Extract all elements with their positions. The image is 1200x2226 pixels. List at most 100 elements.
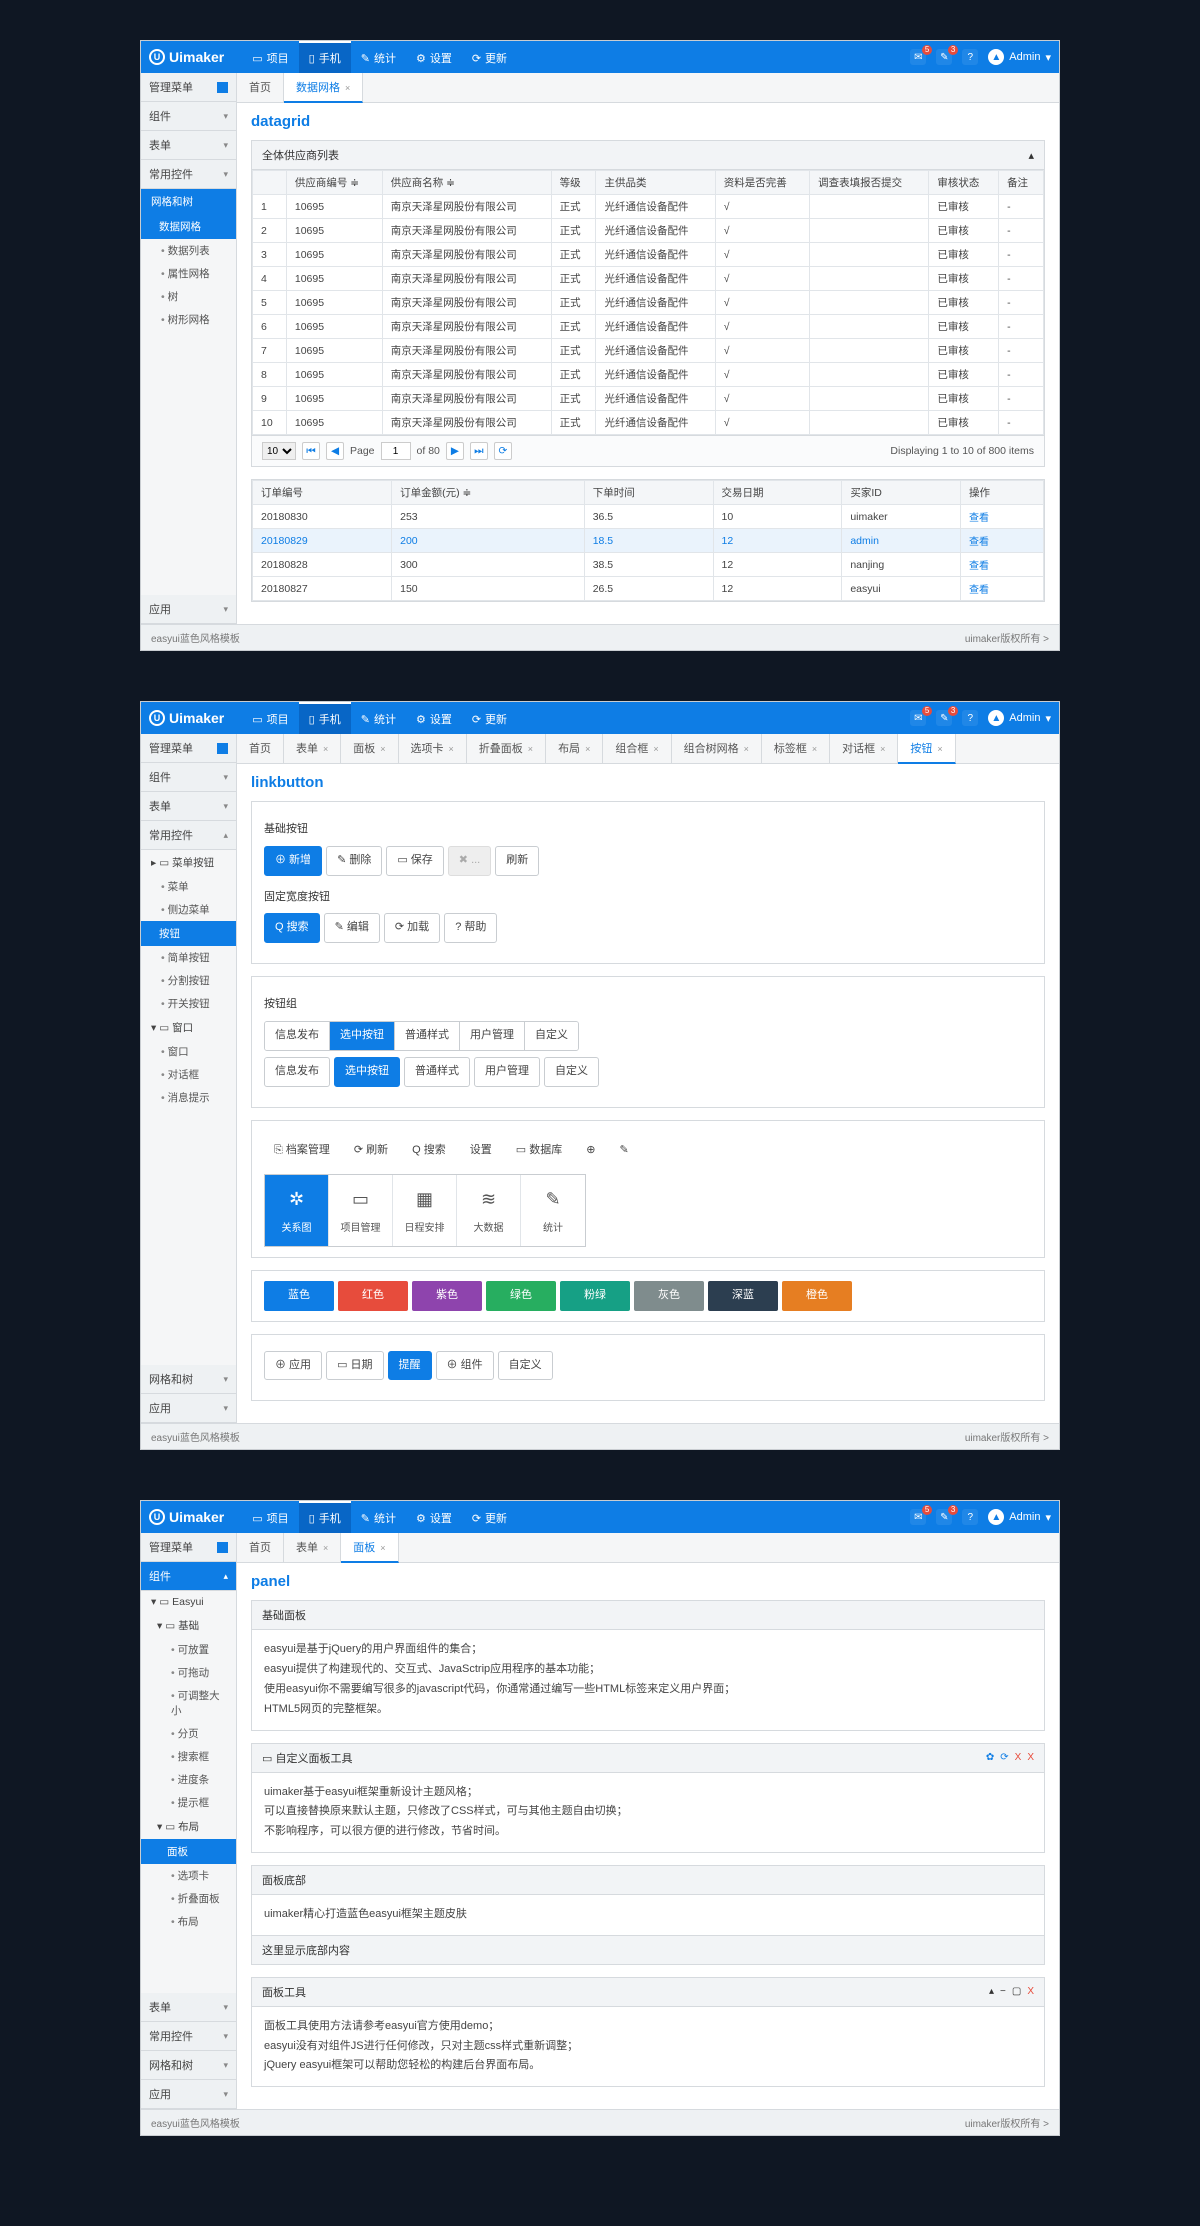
table-row[interactable]: 2018083025336.510uimaker查看 bbox=[253, 505, 1044, 529]
user-menu[interactable]: ▲Admin ▾ bbox=[988, 49, 1051, 65]
seg-button[interactable]: 选中按钮 bbox=[330, 1022, 395, 1050]
topnav-手机[interactable]: ▯手机 bbox=[299, 1501, 351, 1533]
sidebar-item[interactable]: 提示框 bbox=[141, 1791, 236, 1814]
sidebar-item-split-btn[interactable]: 分割按钮 bbox=[141, 969, 236, 992]
color-button[interactable]: 灰色 bbox=[634, 1281, 704, 1311]
table-row[interactable]: 2018082830038.512nanjing查看 bbox=[253, 553, 1044, 577]
sidebar-item[interactable]: 搜索框 bbox=[141, 1745, 236, 1768]
view-link[interactable]: 查看 bbox=[969, 585, 989, 596]
button[interactable]: Q 搜索 bbox=[264, 913, 320, 943]
tab[interactable]: 布局× bbox=[546, 734, 603, 763]
button[interactable]: ⊕ 新增 bbox=[264, 846, 322, 876]
topnav-项目[interactable]: ▭项目 bbox=[242, 702, 298, 734]
minimize-icon[interactable]: − bbox=[1000, 1986, 1006, 1997]
tab[interactable]: 对话框× bbox=[830, 734, 898, 763]
toolbar-button[interactable]: 设置 bbox=[460, 1137, 502, 1165]
logo[interactable]: UUimaker bbox=[149, 710, 242, 726]
user-menu[interactable]: ▲Admin ▾ bbox=[988, 710, 1051, 726]
button[interactable]: ✎ 删除 bbox=[326, 846, 382, 876]
sidebar-header-common[interactable]: 常用控件▾ bbox=[141, 2022, 236, 2051]
sidebar-item[interactable]: 可调整大小 bbox=[141, 1684, 236, 1722]
close-icon[interactable]: X bbox=[1027, 1986, 1034, 1997]
topnav-更新[interactable]: ⟳更新 bbox=[462, 1501, 517, 1533]
table-row[interactable]: 810695南京天泽星网股份有限公司正式光纤通信设备配件√已审核- bbox=[253, 363, 1044, 387]
close-icon[interactable]: × bbox=[812, 744, 817, 754]
sidebar-header-mgmt[interactable]: 管理菜单 bbox=[141, 734, 236, 763]
collapse-icon[interactable]: ▴ bbox=[1028, 149, 1034, 162]
tab[interactable]: 首页 bbox=[237, 73, 284, 102]
sidebar-header-common[interactable]: 常用控件▾ bbox=[141, 160, 236, 189]
sidebar-header-app[interactable]: 应用▾ bbox=[141, 1394, 236, 1423]
topnav-项目[interactable]: ▭项目 bbox=[242, 41, 298, 73]
prev-page-button[interactable]: ◀ bbox=[326, 442, 344, 460]
tab[interactable]: 数据网格× bbox=[284, 73, 363, 103]
logo[interactable]: UUimaker bbox=[149, 1509, 242, 1525]
tab[interactable]: 首页 bbox=[237, 1533, 284, 1562]
button[interactable]: ⊕ 应用 bbox=[264, 1351, 322, 1381]
sidebar-item-simple-btn[interactable]: 简单按钮 bbox=[141, 946, 236, 969]
sidebar-header-comp[interactable]: 组件▾ bbox=[141, 763, 236, 792]
button[interactable]: 提醒 bbox=[388, 1351, 432, 1381]
table-row[interactable]: 410695南京天泽星网股份有限公司正式光纤通信设备配件√已审核- bbox=[253, 267, 1044, 291]
button[interactable]: ✎ 编辑 bbox=[324, 913, 380, 943]
sidebar-item[interactable]: 属性网格 bbox=[141, 262, 236, 285]
tab[interactable]: 标签框× bbox=[762, 734, 830, 763]
table-row[interactable]: 310695南京天泽星网股份有限公司正式光纤通信设备配件√已审核- bbox=[253, 243, 1044, 267]
collapse-icon[interactable] bbox=[217, 82, 228, 93]
sidebar-item-switch-btn[interactable]: 开关按钮 bbox=[141, 992, 236, 1015]
sidebar-item-layout-group[interactable]: ▾ ▭ 布局 bbox=[141, 1814, 236, 1839]
toolbar-button[interactable]: ✎ bbox=[609, 1137, 638, 1165]
sidebar-item-window-group[interactable]: ▾ ▭ 窗口 bbox=[141, 1015, 236, 1040]
help-icon[interactable]: ? bbox=[962, 710, 978, 726]
collapse-icon[interactable]: ▴ bbox=[989, 1986, 994, 1997]
color-button[interactable]: 橙色 bbox=[782, 1281, 852, 1311]
color-button[interactable]: 绿色 bbox=[486, 1281, 556, 1311]
user-menu[interactable]: ▲Admin ▾ bbox=[988, 1509, 1051, 1525]
seg-button[interactable]: 信息发布 bbox=[264, 1057, 330, 1087]
seg-button[interactable]: 自定义 bbox=[544, 1057, 599, 1087]
color-button[interactable]: 蓝色 bbox=[264, 1281, 334, 1311]
color-button[interactable]: 深蓝 bbox=[708, 1281, 778, 1311]
tab[interactable]: 组合树网格× bbox=[672, 734, 762, 763]
color-button[interactable]: 红色 bbox=[338, 1281, 408, 1311]
sidebar-item-grid-tree[interactable]: 网格和树 bbox=[141, 189, 236, 214]
close-icon[interactable]: × bbox=[449, 744, 454, 754]
seg-button[interactable]: 普通样式 bbox=[404, 1057, 470, 1087]
sidebar-header-form[interactable]: 表单▾ bbox=[141, 1993, 236, 2022]
button[interactable]: ⟳ 加载 bbox=[384, 913, 440, 943]
help-icon[interactable]: ? bbox=[962, 49, 978, 65]
close-icon[interactable]: × bbox=[380, 744, 385, 754]
sidebar-item[interactable]: 树形网格 bbox=[141, 308, 236, 331]
table-row[interactable]: 710695南京天泽星网股份有限公司正式光纤通信设备配件√已审核- bbox=[253, 339, 1044, 363]
sidebar-item[interactable]: 树 bbox=[141, 285, 236, 308]
sidebar-item-msg[interactable]: 消息提示 bbox=[141, 1086, 236, 1109]
big-icon-button[interactable]: ✎统计 bbox=[521, 1175, 585, 1245]
maximize-icon[interactable]: ▢ bbox=[1012, 1986, 1021, 1997]
orders-table[interactable]: 订单编号订单金额(元) ≑下单时间交易日期买家ID操作2018083025336… bbox=[252, 480, 1044, 601]
big-icon-button[interactable]: ▭项目管理 bbox=[329, 1175, 393, 1245]
topnav-设置[interactable]: ⚙设置 bbox=[406, 41, 462, 73]
sidebar-header-comp[interactable]: 组件▴ bbox=[141, 1562, 236, 1591]
sidebar-item-button[interactable]: 按钮 bbox=[141, 921, 236, 946]
sidebar-header-tree[interactable]: 网格和树▾ bbox=[141, 1365, 236, 1394]
button[interactable]: ▭ 日期 bbox=[326, 1351, 383, 1381]
sidebar-header-tree[interactable]: 网格和树▾ bbox=[141, 2051, 236, 2080]
topnav-项目[interactable]: ▭项目 bbox=[242, 1501, 298, 1533]
tab[interactable]: 表单× bbox=[284, 1533, 341, 1562]
topnav-统计[interactable]: ✎统计 bbox=[351, 702, 406, 734]
tab[interactable]: 折叠面板× bbox=[467, 734, 546, 763]
seg-button[interactable]: 普通样式 bbox=[395, 1022, 460, 1050]
page-input[interactable] bbox=[381, 442, 411, 460]
table-row[interactable]: 1010695南京天泽星网股份有限公司正式光纤通信设备配件√已审核- bbox=[253, 411, 1044, 435]
sidebar-item[interactable]: 可拖动 bbox=[141, 1661, 236, 1684]
big-icon-button[interactable]: ▦日程安排 bbox=[393, 1175, 457, 1245]
sidebar-item-side-menu[interactable]: 侧边菜单 bbox=[141, 898, 236, 921]
tab[interactable]: 选项卡× bbox=[399, 734, 467, 763]
last-page-button[interactable]: ⏭ bbox=[470, 442, 488, 460]
tab[interactable]: 组合框× bbox=[603, 734, 671, 763]
tab[interactable]: 表单× bbox=[284, 734, 341, 763]
chat-icon[interactable]: ✎ bbox=[936, 49, 952, 65]
toolbar-button[interactable]: ▭ 数据库 bbox=[506, 1137, 572, 1165]
topnav-设置[interactable]: ⚙设置 bbox=[406, 702, 462, 734]
table-row[interactable]: 2018082920018.512admin查看 bbox=[253, 529, 1044, 553]
